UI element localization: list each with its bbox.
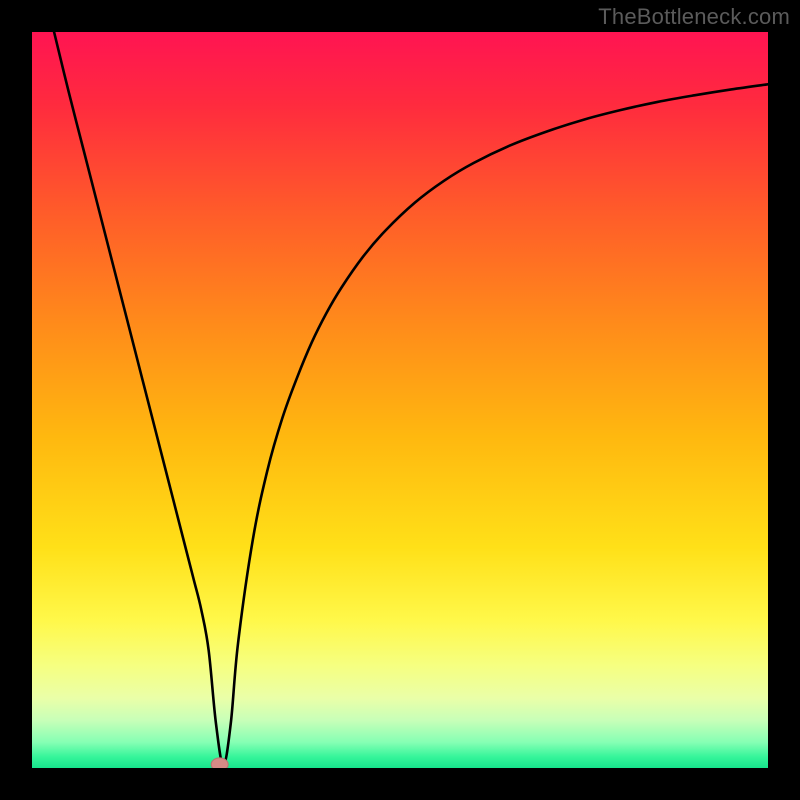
minimum-marker xyxy=(211,758,228,768)
watermark-text: TheBottleneck.com xyxy=(598,4,790,30)
plot-area xyxy=(32,32,768,768)
gradient-background xyxy=(32,32,768,768)
chart-svg xyxy=(32,32,768,768)
chart-frame: TheBottleneck.com xyxy=(0,0,800,800)
